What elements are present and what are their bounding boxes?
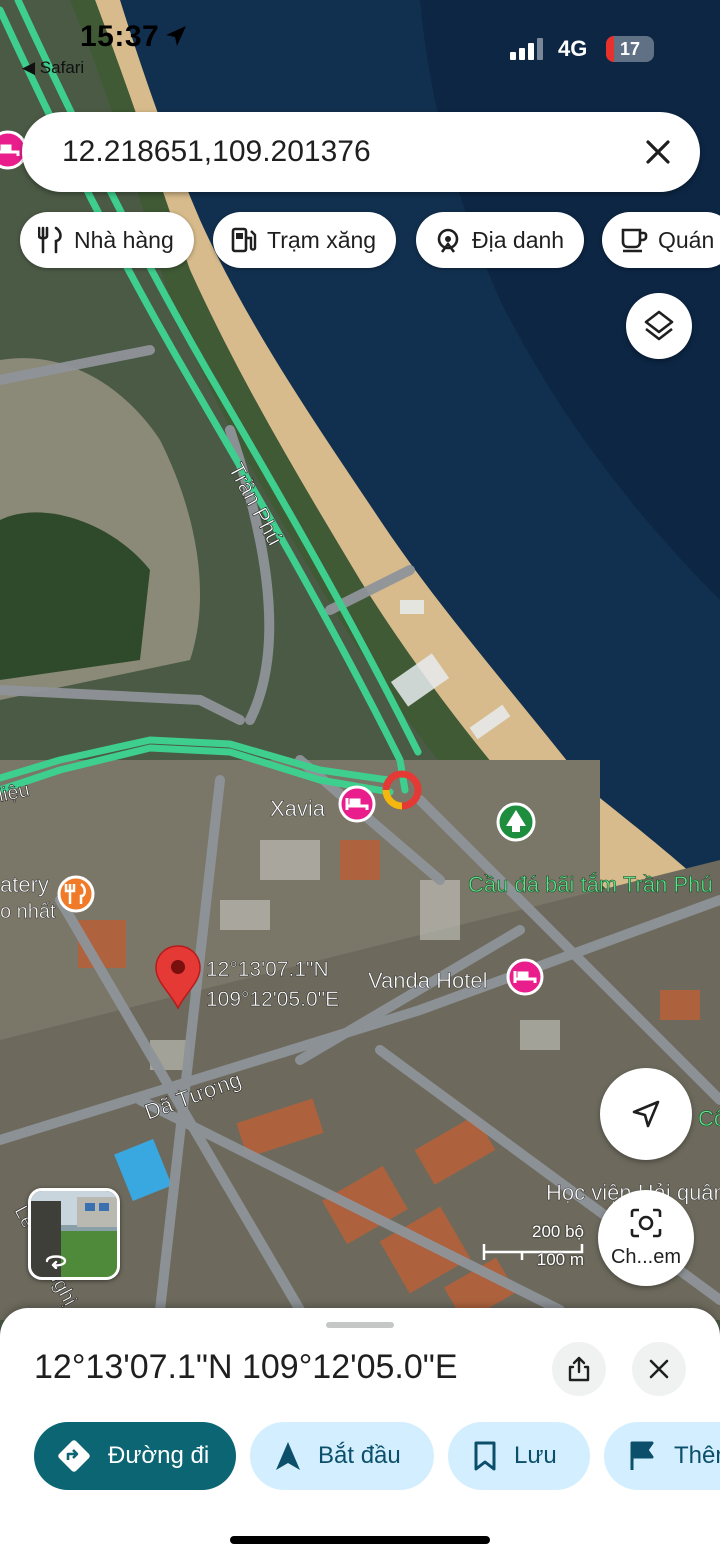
chip-label: Trạm xăng: [267, 226, 377, 253]
search-bar[interactable]: 12.218651,109.201376: [22, 112, 700, 192]
home-indicator[interactable]: [230, 1536, 490, 1544]
close-icon: [649, 1359, 669, 1379]
battery-level: 17: [619, 39, 641, 59]
search-input[interactable]: 12.218651,109.201376: [62, 112, 371, 192]
place-coordinates-title: 12°13'07.1"N 109°12'05.0"E: [34, 1348, 458, 1386]
camera-lens-icon: [630, 1208, 662, 1238]
lens-search-button[interactable]: Ch...em: [598, 1190, 694, 1286]
poi-park-label: Cầu đá bãi tắm Trần Phú: [468, 872, 713, 897]
scale-metric: 100 m: [536, 1250, 584, 1269]
action-label: Đường đi: [108, 1442, 210, 1469]
landmark-icon: [437, 228, 459, 253]
chip-gas-stations[interactable]: Trạm xăng: [213, 212, 397, 268]
network-type: 4G: [558, 36, 588, 61]
poi-restaurant-sublabel: o nhất: [0, 901, 56, 923]
chip-landmarks[interactable]: Địa danh: [416, 212, 585, 268]
share-icon: [568, 1356, 590, 1382]
navigation-arrow-icon: [276, 1442, 300, 1470]
chip-label: Địa danh: [472, 226, 565, 253]
action-label: Bắt đầu: [318, 1442, 401, 1469]
gas-station-icon: [231, 227, 257, 253]
navigation-arrow-icon: [632, 1100, 660, 1128]
pin-coord-lng: 109°12'05.0"E: [206, 988, 339, 1011]
share-button[interactable]: [552, 1342, 606, 1396]
cellular-signal-icon: [510, 38, 543, 60]
flag-icon: [630, 1441, 654, 1470]
start-button[interactable]: Bắt đầu: [250, 1422, 434, 1490]
close-sheet-button[interactable]: [632, 1342, 686, 1396]
directions-icon: [58, 1440, 90, 1472]
bookmark-icon: [474, 1441, 496, 1471]
restaurant-icon: [38, 226, 62, 254]
chip-cafes[interactable]: Quán: [602, 212, 720, 268]
poi-co-label: Cô: [698, 1106, 720, 1131]
action-label: Thêm: [674, 1442, 720, 1469]
my-location-button[interactable]: [600, 1068, 692, 1160]
lens-button-label: Ch...em: [610, 1246, 682, 1268]
chip-label: Quán: [658, 226, 715, 253]
rotate-360-icon: [45, 1255, 67, 1269]
street-view-thumbnail[interactable]: [28, 1188, 120, 1280]
map-scale: 200 bộ 100 m: [482, 1222, 592, 1272]
save-button[interactable]: Lưu: [448, 1422, 590, 1490]
battery-icon: 17: [606, 36, 654, 62]
cafe-icon: [621, 228, 648, 253]
poi-xavia-label: Xavia: [270, 796, 326, 821]
directions-button[interactable]: Đường đi: [34, 1422, 236, 1490]
status-bar: 15:37 ◀ Safari 4G 17: [0, 0, 720, 100]
sheet-drag-handle[interactable]: [326, 1322, 394, 1328]
map-layers-button[interactable]: [626, 293, 692, 359]
status-time: 15:37: [80, 20, 160, 53]
more-button[interactable]: Thêm: [604, 1422, 720, 1490]
action-label: Lưu: [514, 1442, 557, 1469]
poi-vanda-label: Vanda Hotel: [368, 968, 487, 993]
back-to-safari[interactable]: ◀ Safari: [22, 58, 84, 78]
layers-icon: [644, 310, 674, 341]
close-icon[interactable]: [638, 132, 678, 172]
pin-coord-lat: 12°13'07.1"N: [206, 958, 329, 981]
place-bottom-sheet: 12°13'07.1"N 109°12'05.0"E Đường đi Bắt …: [0, 1308, 720, 1560]
poi-restaurant-label: atery: [0, 872, 49, 897]
scale-imperial: 200 bộ: [532, 1222, 584, 1241]
location-arrow-icon: [166, 26, 186, 46]
chip-label: Nhà hàng: [74, 226, 174, 253]
chip-restaurants[interactable]: Nhà hàng: [20, 212, 194, 268]
